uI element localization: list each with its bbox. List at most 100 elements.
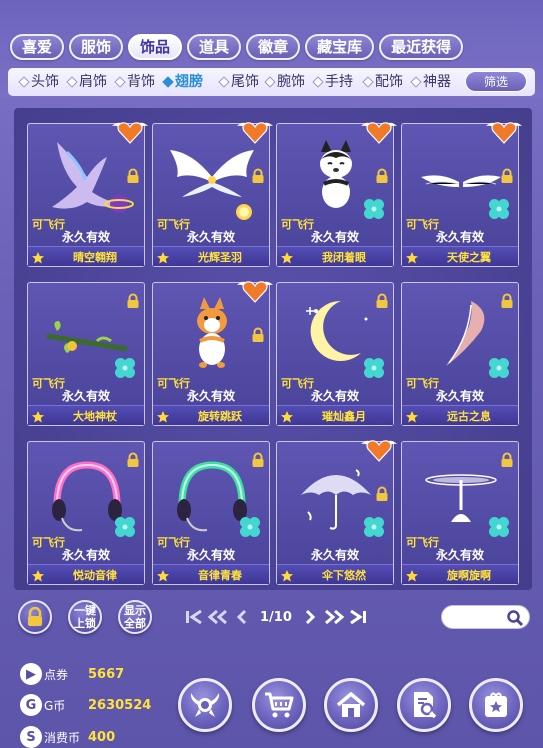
item-name-bar: 璀灿鑫月 [277,405,393,425]
onekey-lock-button[interactable]: 一键 上锁 [68,600,102,634]
star-icon [31,250,45,264]
item-name-bar: 光辉圣羽 [153,246,269,266]
item-name-bar: 悦动音律 [28,564,144,584]
star-icon [280,409,294,423]
lock-icon[interactable] [500,293,514,309]
favorite-badge[interactable] [235,275,275,305]
favorite-badge[interactable] [359,434,399,464]
item-card[interactable]: 可飞行 永久有效 璀灿鑫月 [276,282,394,426]
currency-value: 400 [88,729,116,745]
item-name-bar: 晴空翱翔 [28,246,144,266]
item-card[interactable]: 可飞行 永久有效 远古之息 [401,282,519,426]
lock-icon[interactable] [126,168,140,184]
item-name: 光辉圣羽 [198,251,242,264]
padlock-icon [28,607,42,626]
item-card[interactable]: 永久有效 伞下悠然 [276,440,397,585]
search-field[interactable] [441,605,530,629]
currency-row: G G币 2630524 [20,693,151,717]
favorite-heart-icon [486,122,522,144]
search-doc-nav-button[interactable] [397,678,451,732]
diamond-bullet-icon [264,76,276,88]
diamond-bullet-icon [114,76,126,88]
currency-row: ▶ 点券 5667 [20,662,124,686]
lock-icon[interactable] [251,452,265,468]
cart-icon [265,692,294,718]
tab-4[interactable]: 徽章 [246,34,301,60]
subcat-label: 配饰 [375,74,403,90]
gift-nav-button[interactable] [469,678,523,732]
shop-nav-button[interactable] [252,678,306,732]
tab-1[interactable]: 服饰 [69,34,124,60]
lock-icon[interactable] [500,452,514,468]
first-page-button[interactable] [182,606,206,628]
lock-icon[interactable] [126,452,140,468]
item-card[interactable]: 可飞行 永久有效 旋转跳跃 [152,281,273,426]
subcat-3[interactable]: 翅膀 [162,72,203,92]
home-nav-button[interactable] [324,678,378,732]
item-name: 音律青春 [198,569,242,582]
star-icon [405,568,419,582]
s-coin-icon: S [20,726,42,748]
subcat-2[interactable]: 背饰 [114,72,155,92]
item-name: 旋啊旋啊 [447,569,491,582]
search-icon[interactable] [506,609,524,627]
item-card[interactable]: 可飞行 永久有效 悦动音律 [27,441,145,585]
tab-6[interactable]: 最近获得 [379,34,464,60]
pagination: 1/10 [182,604,370,630]
tab-0[interactable]: 喜爱 [10,34,65,60]
subcat-4[interactable]: 尾饰 [218,72,259,92]
favorite-badge[interactable] [359,116,399,146]
clover-icon [361,196,387,222]
subcat-5[interactable]: 腕饰 [264,72,305,92]
subcat-8[interactable]: 神器 [410,72,451,92]
lock-icon[interactable] [251,168,265,184]
tab-3[interactable]: 道具 [187,34,242,60]
clover-icon [112,355,138,381]
item-card[interactable]: 可飞行 永久有效 我闭着眼 [276,122,397,267]
item-name: 大地神杖 [73,410,117,423]
item-card[interactable]: 可飞行 永久有效 光辉圣羽 [152,122,273,267]
lock-icon[interactable] [375,486,389,502]
lock-icon[interactable] [375,168,389,184]
favorite-badge[interactable] [110,116,150,146]
show-all-label: 显示 全部 [124,604,146,630]
item-card[interactable]: 可飞行 永久有效 晴空翱翔 [27,122,148,267]
lock-button[interactable] [18,600,52,634]
tab-5[interactable]: 藏宝库 [305,34,375,60]
subcat-label: 腕饰 [277,74,305,90]
tab-2[interactable]: 饰品 [128,34,183,60]
next-page-button[interactable] [298,606,322,628]
chevron-left-icon [236,609,247,625]
next-ten-button[interactable] [322,606,346,628]
subcat-6[interactable]: 手持 [312,72,353,92]
subcat-0[interactable]: 头饰 [18,72,59,92]
lock-icon[interactable] [251,327,265,343]
validity-label: 永久有效 [186,548,235,562]
item-card[interactable]: 可飞行 永久有效 音律青春 [152,441,270,585]
item-name: 旋转跳跃 [198,410,242,423]
filter-button[interactable]: 筛选 [465,71,527,92]
favorite-badge[interactable] [235,116,275,146]
item-card[interactable]: 可飞行 永久有效 天使之翼 [401,122,522,267]
last-page-button[interactable] [346,606,370,628]
lock-icon[interactable] [375,293,389,309]
gift-icon [485,692,507,717]
subcategory-bar: 筛选 头饰 肩饰 背饰 翅膀 尾饰 腕饰 手持 配饰 神器 [8,68,535,96]
prev-ten-button[interactable] [206,606,230,628]
item-card[interactable]: 可飞行 永久有效 大地神杖 [27,282,145,426]
subcat-7[interactable]: 配饰 [362,72,403,92]
lock-icon[interactable] [126,293,140,309]
lock-icon[interactable] [500,168,514,184]
prev-page-button[interactable] [230,606,254,628]
onekey-lock-label: 一键 上锁 [74,604,96,630]
item-card[interactable]: 可飞行 永久有效 旋啊旋啊 [401,441,519,585]
show-all-button[interactable]: 显示 全部 [118,600,152,634]
validity-label: 永久有效 [435,389,484,403]
wardrobe-nav-button[interactable] [178,678,232,732]
currency-value: 5667 [88,666,125,682]
subcat-1[interactable]: 肩饰 [66,72,107,92]
subcat-label: 肩饰 [79,74,107,90]
favorite-badge[interactable] [484,116,524,146]
validity-label: 永久有效 [61,230,110,244]
item-name: 我闭着眼 [322,251,366,264]
